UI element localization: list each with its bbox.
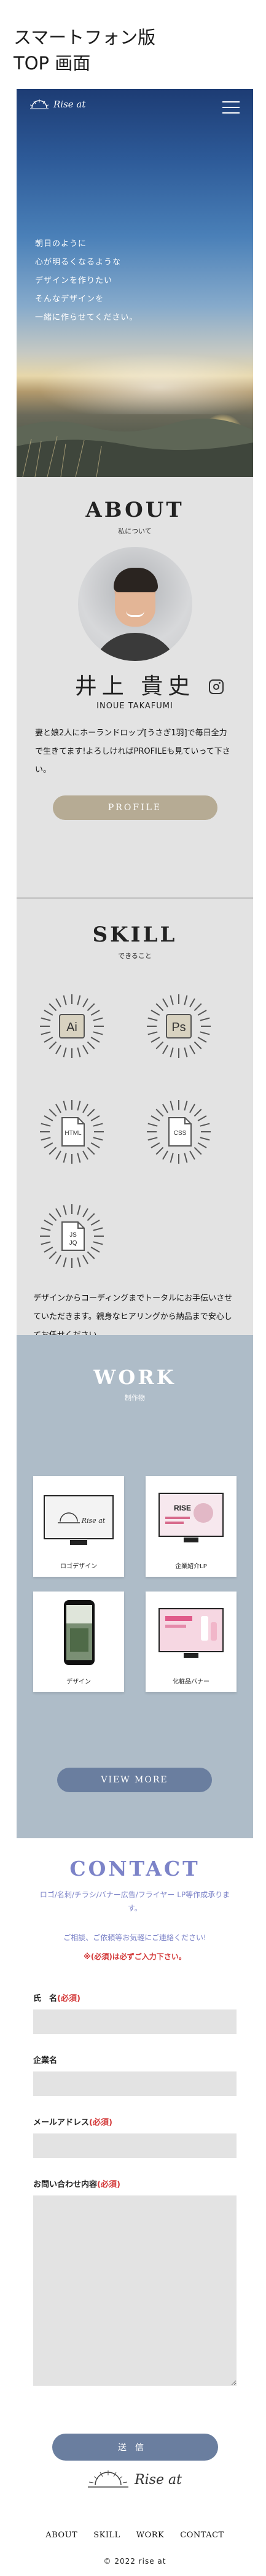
work-caption: 企業紹介LP	[175, 1563, 207, 1570]
hero-line: デザインを作りたい	[35, 276, 113, 285]
footer-nav-contact[interactable]: CONTACT	[180, 2531, 224, 2540]
jq-file-icon-label: JQ	[69, 1240, 77, 1247]
work-card-design[interactable]: デザイン	[33, 1592, 124, 1692]
site-header: Rise at	[17, 89, 253, 125]
site-footer: ABOUT SKILL WORK CONTACT © 2022 rise at	[17, 2526, 253, 2576]
hamburger-menu-icon[interactable]	[222, 101, 240, 114]
skill-subtitle: できること	[118, 952, 152, 960]
email-field[interactable]	[33, 2133, 237, 2158]
name-label: 氏 名(必須)	[33, 1994, 80, 2003]
logo-design-thumbnail: Rise at	[39, 1482, 118, 1556]
footer-nav-work[interactable]: WORK	[136, 2531, 165, 2540]
required-note: ※(必須)は必ずご入力下さい。	[84, 1952, 186, 1961]
illustrator-icon-label: Ai	[66, 1021, 77, 1034]
work-subtitle: 制作物	[125, 1394, 145, 1402]
footer-logo-text: Rise at	[135, 2472, 182, 2488]
work-card-banner[interactable]: 化粧品バナー	[146, 1592, 237, 1692]
work-section: WORK 制作物 Rise at ロゴデザイン RISE 企業紹介LP デザイン…	[17, 1335, 253, 1838]
contact-form: 氏 名(必須) 企業名 メールアドレス(必須) お問い合わせ内容(必須)	[33, 1992, 237, 2386]
profile-name-en: INOUE TAKAFUMI	[96, 702, 173, 711]
about-text: 妻と娘2人にホーランドロップ[うさぎ1羽]で毎日全力で生きてます!よろしければP…	[35, 729, 230, 775]
contact-section: CONTACT ロゴ/名刺/チラシ/バナー広告/フライヤー LP等作成承ります。…	[17, 1838, 253, 2526]
contact-title: CONTACT	[69, 1857, 200, 1881]
html-file-icon: HTML	[40, 1100, 104, 1164]
work-caption: 化粧品バナー	[173, 1679, 209, 1685]
work-title: WORK	[93, 1366, 176, 1389]
photoshop-icon: Ps	[147, 994, 211, 1058]
name-row: 井上 貴史	[17, 668, 253, 699]
instagram-icon[interactable]	[209, 679, 224, 694]
about-title: ABOUT	[85, 498, 184, 522]
footer-nav: ABOUT SKILL WORK CONTACT	[17, 2526, 253, 2540]
footer-nav-skill[interactable]: SKILL	[93, 2531, 120, 2540]
required-mark: (必須)	[89, 2118, 112, 2127]
company-field[interactable]	[33, 2071, 237, 2096]
message-label: お問い合わせ内容(必須)	[33, 2180, 120, 2189]
email-label: メールアドレス(必須)	[33, 2118, 112, 2127]
hero-line: 一緒に作らせてください。	[35, 313, 138, 322]
about-subtitle: 私について	[118, 527, 152, 535]
profile-button[interactable]: PROFILE	[52, 795, 217, 820]
message-field[interactable]	[33, 2195, 237, 2386]
sunrise-logo-icon	[88, 2470, 129, 2488]
css-file-icon: CSS	[147, 1100, 211, 1164]
copyright: © 2022 rise at	[103, 2557, 166, 2566]
css-file-icon-label: CSS	[174, 1130, 187, 1137]
skill-title: SKILL	[92, 922, 178, 947]
js-jquery-file-icon: JS JQ	[40, 1204, 104, 1268]
hero-section: Rise at 朝日のように 心が明るくなるような デザインを作りたい そんなデ…	[17, 89, 253, 477]
required-mark: (必須)	[57, 1994, 80, 2003]
html-file-icon-label: HTML	[65, 1130, 82, 1137]
work-caption: ロゴデザイン	[60, 1563, 97, 1570]
logo-thumb-text: Rise at	[81, 1517, 106, 1525]
footer-logo[interactable]: Rise at	[17, 2470, 253, 2489]
hero-line: 心が明るくなるような	[35, 258, 122, 267]
contact-info: ロゴ/名刺/チラシ/バナー広告/フライヤー LP等作成承ります。	[39, 1890, 230, 1913]
hero-copy: 朝日のように 心が明るくなるような デザインを作りたい そんなデザインを 一緒に…	[35, 235, 138, 327]
skill-section: SKILL できること Ai Ps HTML CSS JS JQ デザインからコ…	[17, 899, 253, 1340]
avatar	[77, 547, 192, 661]
work-card-logo[interactable]: Rise at ロゴデザイン	[33, 1476, 124, 1577]
photoshop-icon-label: Ps	[171, 1021, 186, 1034]
footer-nav-about[interactable]: ABOUT	[45, 2531, 77, 2540]
caption-line-2: TOP 画面	[14, 53, 91, 74]
js-file-icon-label: JS	[69, 1232, 77, 1239]
view-more-button[interactable]: VIEW MORE	[57, 1768, 212, 1792]
contact-note: ご相談、ご依頼等お気軽にご連絡ください!	[63, 1933, 206, 1942]
hero-line: そんなデザインを	[35, 295, 104, 304]
page-caption: スマートフォン版 TOP 画面	[14, 25, 155, 76]
corporate-lp-thumbnail: RISE	[152, 1482, 230, 1556]
phone-mockup: Rise at 朝日のように 心が明るくなるような デザインを作りたい そんなデ…	[17, 89, 253, 2576]
name-field[interactable]	[33, 2009, 237, 2034]
required-mark: (必須)	[97, 2180, 120, 2189]
lp-thumb-text: RISE	[174, 1504, 191, 1512]
hero-hills	[17, 419, 253, 477]
design-phone-thumbnail	[39, 1598, 118, 1671]
caption-line-1: スマートフォン版	[14, 27, 156, 48]
illustrator-icon: Ai	[40, 994, 104, 1058]
work-caption: デザイン	[66, 1679, 91, 1685]
about-section: ABOUT 私について 井上 貴史 INOUE TAKAFUMI 妻と娘2人にホ…	[17, 477, 253, 897]
logo-text: Rise at	[53, 99, 86, 110]
work-card-lp[interactable]: RISE 企業紹介LP	[146, 1476, 237, 1577]
submit-button[interactable]: 送信	[52, 2434, 218, 2461]
hero-line: 朝日のように	[35, 239, 87, 249]
logo[interactable]: Rise at	[30, 99, 85, 110]
sunrise-logo-icon	[30, 99, 49, 109]
company-label: 企業名	[33, 2056, 58, 2065]
cosmetics-banner-thumbnail	[152, 1598, 230, 1671]
